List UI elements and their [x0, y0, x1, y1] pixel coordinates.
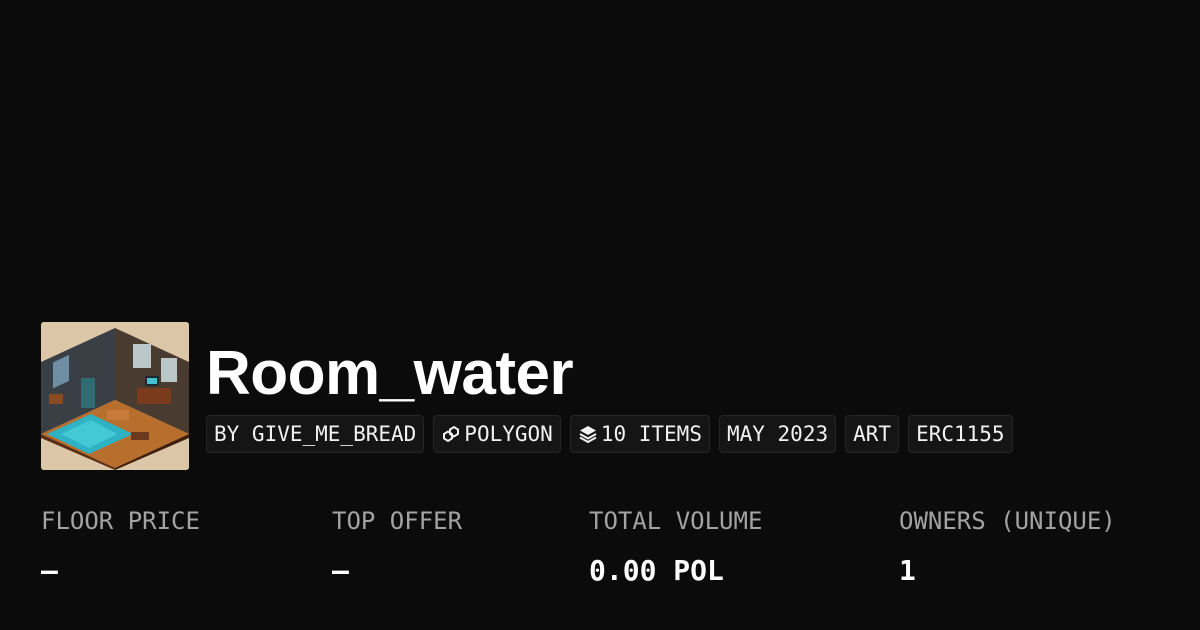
stat-value: 0.00 POL [589, 554, 724, 587]
isometric-room-image [41, 322, 189, 470]
items-count-chip: 10 ITEMS [569, 415, 710, 453]
stat-value: – [41, 554, 58, 587]
stat-value: – [332, 554, 349, 587]
polygon-chain-icon [441, 424, 461, 444]
layers-icon [578, 424, 598, 444]
stat-label: TOP OFFER [332, 507, 463, 535]
creator-chip[interactable]: BY GIVE_ME_BREAD [206, 415, 425, 453]
token-standard-chip: ERC1155 [908, 415, 1013, 453]
stat-label: OWNERS (UNIQUE) [899, 507, 1116, 535]
collection-meta-chips: BY GIVE_ME_BREAD POLYGON 10 ITEMS MAY 20… [206, 415, 1022, 453]
stat-value: 1 [899, 554, 916, 587]
created-date-label: MAY 2023 [726, 422, 829, 446]
collection-title: Room_water [206, 339, 574, 408]
stat-total-volume: TOTAL VOLUME 0.00 POL [589, 503, 762, 589]
token-standard-label: ERC1155 [916, 422, 1005, 446]
category-label: ART [853, 422, 892, 446]
stat-label: TOTAL VOLUME [589, 507, 763, 535]
stat-floor-price: FLOOR PRICE – [41, 503, 200, 589]
stat-owners-unique: OWNERS (UNIQUE) 1 [899, 503, 1116, 589]
items-count-label: 10 ITEMS [600, 422, 702, 446]
stat-top-offer: TOP OFFER – [332, 503, 462, 589]
category-chip[interactable]: ART [845, 415, 900, 453]
chain-label: POLYGON [464, 422, 553, 446]
chain-chip[interactable]: POLYGON [433, 415, 561, 453]
creator-label: BY GIVE_ME_BREAD [214, 422, 417, 446]
collection-thumbnail [41, 322, 189, 470]
created-date-chip: MAY 2023 [718, 415, 837, 453]
stat-label: FLOOR PRICE [41, 507, 200, 535]
